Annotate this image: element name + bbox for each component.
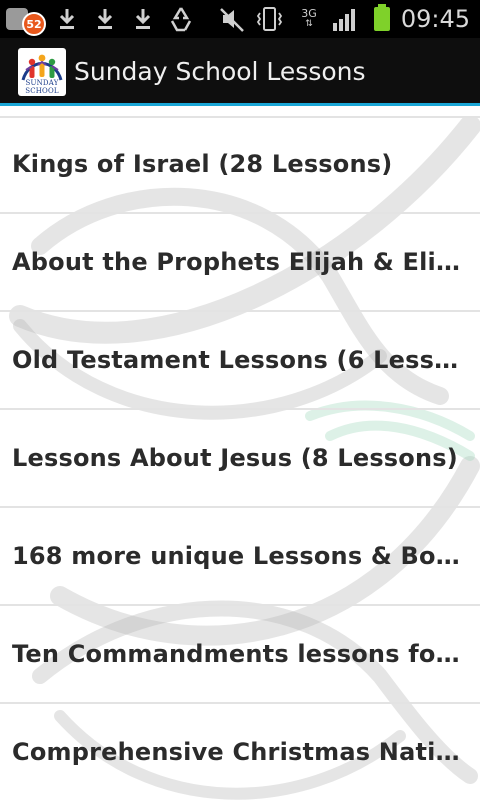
lesson-title: Kings of Israel (28 Lessons) xyxy=(12,150,393,178)
recycle-icon xyxy=(170,7,192,32)
lesson-title: Old Testament Lessons (6 Lessons) xyxy=(12,346,468,374)
app-screen: 52 3G ⇅ 09:45 SUNDAY SCHOOL Sunday Schoo… xyxy=(0,0,480,800)
list-item[interactable]: Kings of Israel (28 Lessons) xyxy=(0,116,480,214)
signal-strength-icon xyxy=(333,9,355,31)
vibrate-icon xyxy=(256,7,283,31)
app-logo: SUNDAY SCHOOL xyxy=(18,48,66,96)
status-clock: 09:45 xyxy=(400,5,470,33)
list-item[interactable]: About the Prophets Elijah & Elisha xyxy=(0,214,480,312)
app-title: Sunday School Lessons xyxy=(74,57,366,86)
lesson-title: Ten Commandments lessons for Kids xyxy=(12,640,468,668)
download-icon xyxy=(135,9,151,29)
list-item[interactable]: 168 more unique Lessons & Bonus xyxy=(0,508,480,606)
lesson-title: Comprehensive Christmas Nativity xyxy=(12,738,468,766)
list-item[interactable]: Comprehensive Christmas Nativity xyxy=(0,704,480,800)
lesson-list[interactable]: Kings of Israel (28 Lessons) About the P… xyxy=(0,116,480,800)
battery-icon xyxy=(374,4,390,31)
lesson-title: About the Prophets Elijah & Elisha xyxy=(12,248,468,276)
notification-badge: 52 xyxy=(22,12,46,36)
download-icon xyxy=(97,9,113,29)
lesson-title: Lessons About Jesus (8 Lessons) xyxy=(12,444,458,472)
mute-icon xyxy=(220,8,244,32)
list-item[interactable]: Lessons About Jesus (8 Lessons) xyxy=(0,410,480,508)
status-bar: 52 3G ⇅ 09:45 xyxy=(0,0,480,38)
title-bar: SUNDAY SCHOOL Sunday School Lessons xyxy=(0,38,480,106)
list-item[interactable]: Old Testament Lessons (6 Lessons) xyxy=(0,312,480,410)
download-icon xyxy=(59,9,75,29)
lesson-title: 168 more unique Lessons & Bonus xyxy=(12,542,468,570)
logo-caption: SUNDAY SCHOOL xyxy=(25,79,59,95)
network-3g-icon: 3G ⇅ xyxy=(301,7,317,29)
list-item[interactable]: Ten Commandments lessons for Kids xyxy=(0,606,480,704)
